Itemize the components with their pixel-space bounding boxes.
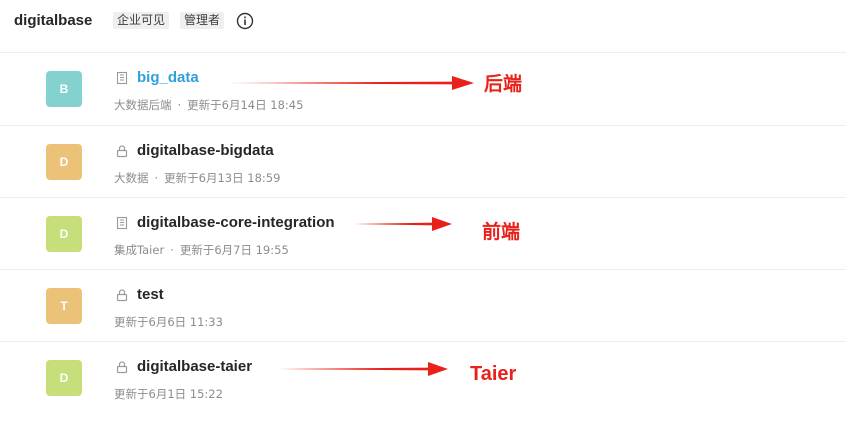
group-name[interactable]: digitalbase (14, 12, 92, 29)
repo-updated-time: 更新于6月6日 11:33 (114, 315, 223, 329)
role-tag: 管理者 (180, 12, 225, 29)
annotation-arrow (354, 217, 452, 231)
annotation-taier-label: Taier (470, 363, 517, 385)
repo-avatar[interactable]: D (46, 144, 82, 180)
repo-meta: 大数据后端 · 更新于6月14日 18:45 (114, 98, 304, 112)
repo-name-link[interactable]: big_data (137, 69, 199, 86)
repo-name-link[interactable]: digitalbase-taier (137, 358, 252, 375)
repo-updated-time: 更新于6月7日 19:55 (179, 243, 289, 257)
repo-description: 大数据 (114, 171, 149, 185)
repo-updated-time: 更新于6月1日 15:22 (114, 387, 223, 401)
repo-name-link[interactable]: test (137, 286, 164, 303)
repo-meta: 集成Taier · 更新于6月7日 19:55 (114, 243, 289, 257)
repo-name-link[interactable]: digitalbase-bigdata (137, 142, 274, 159)
repo-name-link[interactable]: digitalbase-core-integration (137, 214, 335, 231)
lock-icon (116, 361, 128, 374)
repo-description: 集成Taier (114, 243, 165, 257)
repo-updated-time: 更新于6月14日 18:45 (187, 98, 304, 112)
annotation-arrow (278, 362, 448, 376)
repo-row[interactable]: D digitalbase-taier 更新于6月1日 15:22 (0, 342, 846, 414)
repo-row[interactable]: D digitalbase-bigdata 大数据 · 更新于6月13日 18:59 (0, 126, 846, 198)
lock-icon (116, 145, 128, 158)
repo-meta: 更新于6月1日 15:22 (114, 386, 223, 402)
group-header: digitalbase 企业可见 管理者 (0, 0, 846, 52)
building-icon (116, 71, 128, 85)
repo-avatar[interactable]: D (46, 360, 82, 396)
annotation-backend-label: 后端 (484, 73, 523, 95)
lock-icon (116, 289, 128, 302)
repo-row[interactable]: D digitalbase-core-integration 集成Taier · 更… (0, 198, 846, 270)
annotation-frontend-label: 前端 (482, 221, 521, 243)
repo-avatar[interactable]: B (46, 71, 82, 107)
repo-meta: 大数据 · 更新于6月13日 18:59 (114, 171, 281, 185)
repo-avatar[interactable]: T (46, 288, 82, 324)
visibility-tag: 企业可见 (113, 12, 170, 29)
repo-meta: 更新于6月6日 11:33 (114, 314, 223, 330)
building-icon (116, 216, 128, 230)
repo-row[interactable]: T test 更新于6月6日 11:33 (0, 270, 846, 342)
info-icon[interactable] (236, 12, 254, 30)
repo-updated-time: 更新于6月13日 18:59 (164, 171, 281, 185)
repo-avatar[interactable]: D (46, 216, 82, 252)
annotation-arrow (228, 76, 474, 90)
repo-description: 大数据后端 (114, 98, 172, 112)
